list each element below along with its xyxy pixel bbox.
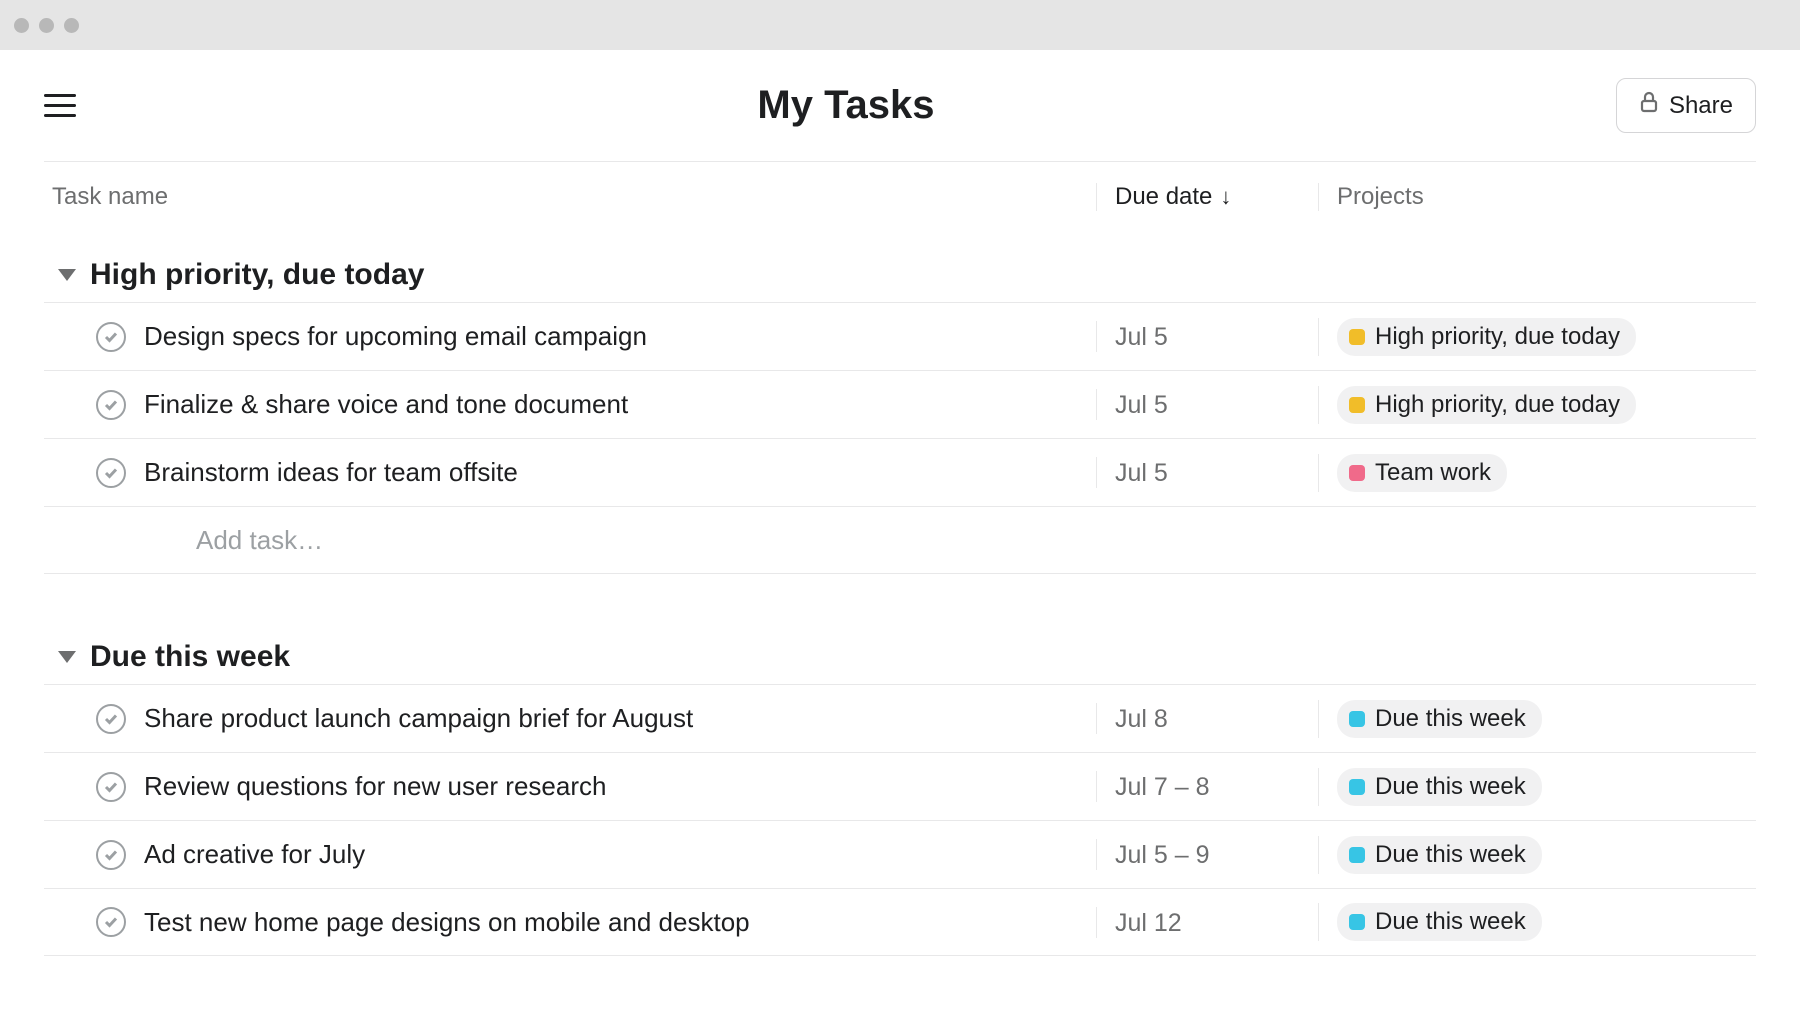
project-tag-label: High priority, due today [1375, 323, 1620, 351]
task-due-date: Jul 5 [1115, 323, 1168, 351]
project-tag[interactable]: Due this week [1337, 700, 1542, 738]
share-button-label: Share [1669, 92, 1733, 120]
share-button[interactable]: Share [1616, 78, 1756, 133]
traffic-light-close[interactable] [14, 18, 29, 33]
complete-checkbox[interactable] [96, 704, 126, 734]
column-header-due[interactable]: Due date ↓ [1096, 183, 1318, 211]
section-title: High priority, due today [90, 258, 424, 292]
task-row[interactable]: Ad creative for July Jul 5 – 9 Due this … [44, 820, 1756, 888]
menu-icon[interactable] [44, 94, 76, 117]
task-name: Test new home page designs on mobile and… [144, 907, 750, 938]
project-tag[interactable]: Team work [1337, 454, 1507, 492]
window-titlebar [0, 0, 1800, 50]
task-due-date: Jul 5 – 9 [1115, 841, 1210, 869]
project-tag-label: Due this week [1375, 841, 1526, 869]
column-header-projects[interactable]: Projects [1337, 183, 1424, 211]
project-tag-label: Due this week [1375, 908, 1526, 936]
section-header[interactable]: Due this week [44, 614, 1756, 684]
section-title: Due this week [90, 640, 290, 674]
task-due-date: Jul 7 – 8 [1115, 773, 1210, 801]
project-tag-label: Due this week [1375, 705, 1526, 733]
task-row[interactable]: Finalize & share voice and tone document… [44, 370, 1756, 438]
column-header-due-label: Due date [1115, 183, 1212, 211]
task-row[interactable]: Share product launch campaign brief for … [44, 684, 1756, 752]
task-row[interactable]: Brainstorm ideas for team offsite Jul 5 … [44, 438, 1756, 506]
traffic-light-minimize[interactable] [39, 18, 54, 33]
complete-checkbox[interactable] [96, 322, 126, 352]
column-header-row: Task name Due date ↓ Projects [44, 162, 1756, 232]
task-row[interactable]: Test new home page designs on mobile and… [44, 888, 1756, 956]
project-color-dot [1349, 779, 1365, 795]
project-tag[interactable]: High priority, due today [1337, 318, 1636, 356]
traffic-light-zoom[interactable] [64, 18, 79, 33]
project-color-dot [1349, 914, 1365, 930]
project-tag-label: Due this week [1375, 773, 1526, 801]
complete-checkbox[interactable] [96, 772, 126, 802]
project-color-dot [1349, 465, 1365, 481]
lock-icon [1639, 91, 1659, 120]
task-due-date: Jul 12 [1115, 909, 1182, 937]
page-title: My Tasks [76, 83, 1616, 128]
task-name: Review questions for new user research [144, 771, 606, 802]
task-row[interactable]: Design specs for upcoming email campaign… [44, 302, 1756, 370]
project-color-dot [1349, 329, 1365, 345]
task-name: Design specs for upcoming email campaign [144, 321, 647, 352]
project-tag[interactable]: Due this week [1337, 836, 1542, 874]
task-row[interactable]: Review questions for new user research J… [44, 752, 1756, 820]
chevron-down-icon [58, 269, 76, 281]
section-gap [44, 574, 1756, 614]
task-name: Finalize & share voice and tone document [144, 389, 628, 420]
column-header-name[interactable]: Task name [52, 183, 168, 211]
complete-checkbox[interactable] [96, 907, 126, 937]
add-task-input[interactable]: Add task… [44, 506, 1756, 574]
task-table: Task name Due date ↓ Projects High prior… [44, 161, 1756, 956]
task-name: Share product launch campaign brief for … [144, 703, 693, 734]
page-header: My Tasks Share [0, 50, 1800, 161]
project-tag[interactable]: Due this week [1337, 768, 1542, 806]
complete-checkbox[interactable] [96, 458, 126, 488]
task-name: Ad creative for July [144, 839, 365, 870]
task-due-date: Jul 8 [1115, 705, 1168, 733]
task-due-date: Jul 5 [1115, 459, 1168, 487]
complete-checkbox[interactable] [96, 390, 126, 420]
chevron-down-icon [58, 651, 76, 663]
task-due-date: Jul 5 [1115, 391, 1168, 419]
section-header[interactable]: High priority, due today [44, 232, 1756, 302]
project-color-dot [1349, 847, 1365, 863]
project-tag[interactable]: High priority, due today [1337, 386, 1636, 424]
project-tag-label: Team work [1375, 459, 1491, 487]
project-color-dot [1349, 711, 1365, 727]
project-color-dot [1349, 397, 1365, 413]
sort-descending-icon: ↓ [1220, 184, 1231, 210]
project-tag-label: High priority, due today [1375, 391, 1620, 419]
project-tag[interactable]: Due this week [1337, 903, 1542, 941]
task-name: Brainstorm ideas for team offsite [144, 457, 518, 488]
complete-checkbox[interactable] [96, 840, 126, 870]
